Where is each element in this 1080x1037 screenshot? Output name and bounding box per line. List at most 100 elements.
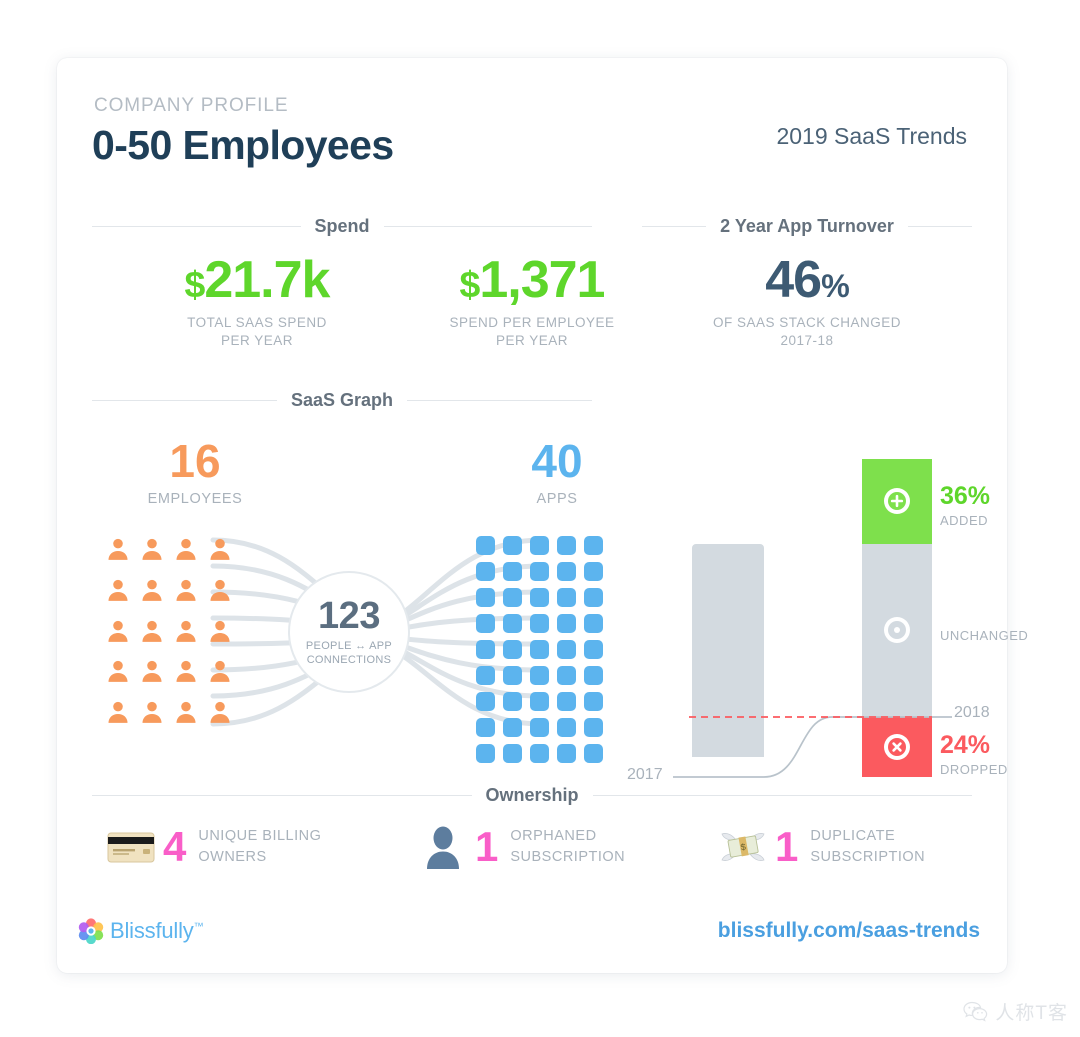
app-icon — [530, 666, 549, 685]
person-icon — [210, 661, 230, 683]
added-percent: 36% — [940, 482, 991, 510]
section-label-spend: Spend — [314, 216, 370, 236]
profile-card: COMPANY PROFILE 0-50 Employees 2019 SaaS… — [57, 58, 1028, 973]
person-icon — [176, 702, 196, 724]
billing-owners-caption: UNIQUE BILLING OWNERS — [198, 826, 321, 868]
app-icon — [557, 614, 576, 633]
person-icon — [210, 620, 230, 642]
stat-caption-line2: 2017-18 — [780, 333, 834, 349]
app-icon — [584, 614, 603, 633]
person-icon — [210, 702, 230, 724]
connections-count: 123 — [318, 594, 380, 637]
stat-caption-line1: SPEND PER EMPLOYEE — [449, 315, 615, 330]
app-icon — [476, 666, 495, 685]
blissfully-wordmark: Blissfully™ — [110, 918, 204, 944]
app-icon — [530, 614, 549, 633]
dropped-caption: DROPPED — [940, 762, 1008, 777]
person-icon — [142, 620, 162, 642]
employees-counter: 16 EMPLOYEES — [105, 438, 285, 507]
stat-spend-per-employee: $1,371 SPEND PER EMPLOYEE PER YEAR — [387, 254, 677, 350]
saas-trends-url-link[interactable]: blissfully.com/saas-trends — [718, 919, 980, 943]
app-icon — [557, 562, 576, 581]
person-icon — [108, 620, 128, 642]
currency-symbol: $ — [459, 263, 481, 305]
rule-left — [642, 226, 707, 227]
stat-number: 46 — [765, 251, 822, 309]
stat-caption: SPEND PER EMPLOYEE PER YEAR — [387, 314, 677, 350]
ownership-item-billing-owners: 4 UNIQUE BILLING OWNERS — [105, 823, 321, 871]
caption-line1: UNIQUE BILLING — [198, 827, 322, 844]
stat-value: $21.7k — [112, 254, 402, 306]
caption-line1: ORPHANED — [510, 827, 597, 844]
app-icon — [530, 562, 549, 581]
connections-hub: 123 PEOPLE ↔ APP CONNECTIONS — [288, 571, 410, 693]
caption-line1: DUPLICATE — [810, 827, 896, 844]
rule-right — [407, 400, 593, 401]
baseline-connector — [673, 716, 952, 778]
added-label: 36% ADDED — [940, 482, 991, 529]
app-icon — [503, 536, 522, 555]
app-icon — [557, 536, 576, 555]
dropped-label: 24% DROPPED — [940, 733, 1008, 778]
ownership-item-duplicate-subscription: $ 1 DUPLICATE SUBSCRIPTION — [717, 823, 925, 871]
person-icon — [176, 661, 196, 683]
caption-line2: SUBSCRIPTION — [510, 849, 626, 865]
app-icon — [530, 718, 549, 737]
app-icon — [584, 562, 603, 581]
app-icon — [503, 562, 522, 581]
rule-left — [92, 795, 472, 796]
app-icon — [584, 536, 603, 555]
rule-right — [907, 226, 973, 227]
orphaned-subscription-caption: ORPHANED SUBSCRIPTION — [510, 826, 625, 868]
app-icon — [530, 744, 549, 763]
apps-count: 40 — [531, 435, 583, 487]
person-icon — [176, 620, 196, 642]
section-label-turnover: 2 Year App Turnover — [720, 216, 894, 236]
watermark: 人称T客 — [963, 998, 1068, 1025]
blissfully-logo[interactable]: Blissfully™ — [78, 918, 204, 944]
orphaned-subscription-count: 1 — [475, 823, 499, 870]
app-icon — [476, 692, 495, 711]
stat-caption: TOTAL SAAS SPEND PER YEAR — [112, 314, 402, 350]
app-icon — [476, 614, 495, 633]
stat-caption-line2: PER YEAR — [220, 333, 294, 349]
section-heading-turnover: 2 Year App Turnover — [642, 216, 973, 237]
app-icon — [557, 718, 576, 737]
unchanged-label: UNCHANGED — [940, 628, 1028, 643]
person-icon — [108, 702, 128, 724]
section-label-saas-graph: SaaS Graph — [290, 390, 394, 410]
stat-value: 46% — [642, 254, 972, 306]
caption-line2: SUBSCRIPTION — [810, 849, 926, 865]
duplicate-subscription-count: 1 — [775, 823, 799, 870]
watermark-text: 人称T客 — [995, 1003, 1068, 1024]
person-icon — [176, 538, 196, 560]
rule-right — [383, 226, 593, 227]
stat-value: $1,371 — [387, 254, 677, 306]
employees-count: 16 — [169, 435, 221, 487]
app-icon — [503, 588, 522, 607]
ownership-item-orphaned-subscription: 1 ORPHANED SUBSCRIPTION — [417, 823, 625, 871]
person-icon — [210, 538, 230, 560]
report-title: 2019 SaaS Trends — [776, 123, 967, 149]
year-label-2018: 2018 — [954, 704, 990, 721]
stat-number: 1,371 — [479, 251, 605, 309]
app-icon — [584, 718, 603, 737]
wechat-icon — [963, 1001, 988, 1022]
infographic-page: COMPANY PROFILE 0-50 Employees 2019 SaaS… — [0, 0, 1080, 1037]
stat-caption-line1: TOTAL SAAS SPEND — [187, 315, 327, 330]
apps-icon-grid — [476, 536, 603, 763]
billing-owners-count: 4 — [163, 823, 187, 870]
money-with-wings-icon: $ — [717, 823, 769, 871]
logo-name: Blissfully — [110, 918, 194, 943]
app-icon — [530, 588, 549, 607]
stat-number: 21.7k — [204, 251, 330, 309]
app-icon — [530, 692, 549, 711]
app-icon — [476, 588, 495, 607]
app-icon — [584, 588, 603, 607]
app-icon — [584, 744, 603, 763]
person-silhouette-icon — [417, 823, 469, 871]
section-heading-saas-graph: SaaS Graph — [92, 390, 593, 411]
app-icon — [476, 640, 495, 659]
app-icon — [584, 666, 603, 685]
person-icon — [210, 579, 230, 601]
